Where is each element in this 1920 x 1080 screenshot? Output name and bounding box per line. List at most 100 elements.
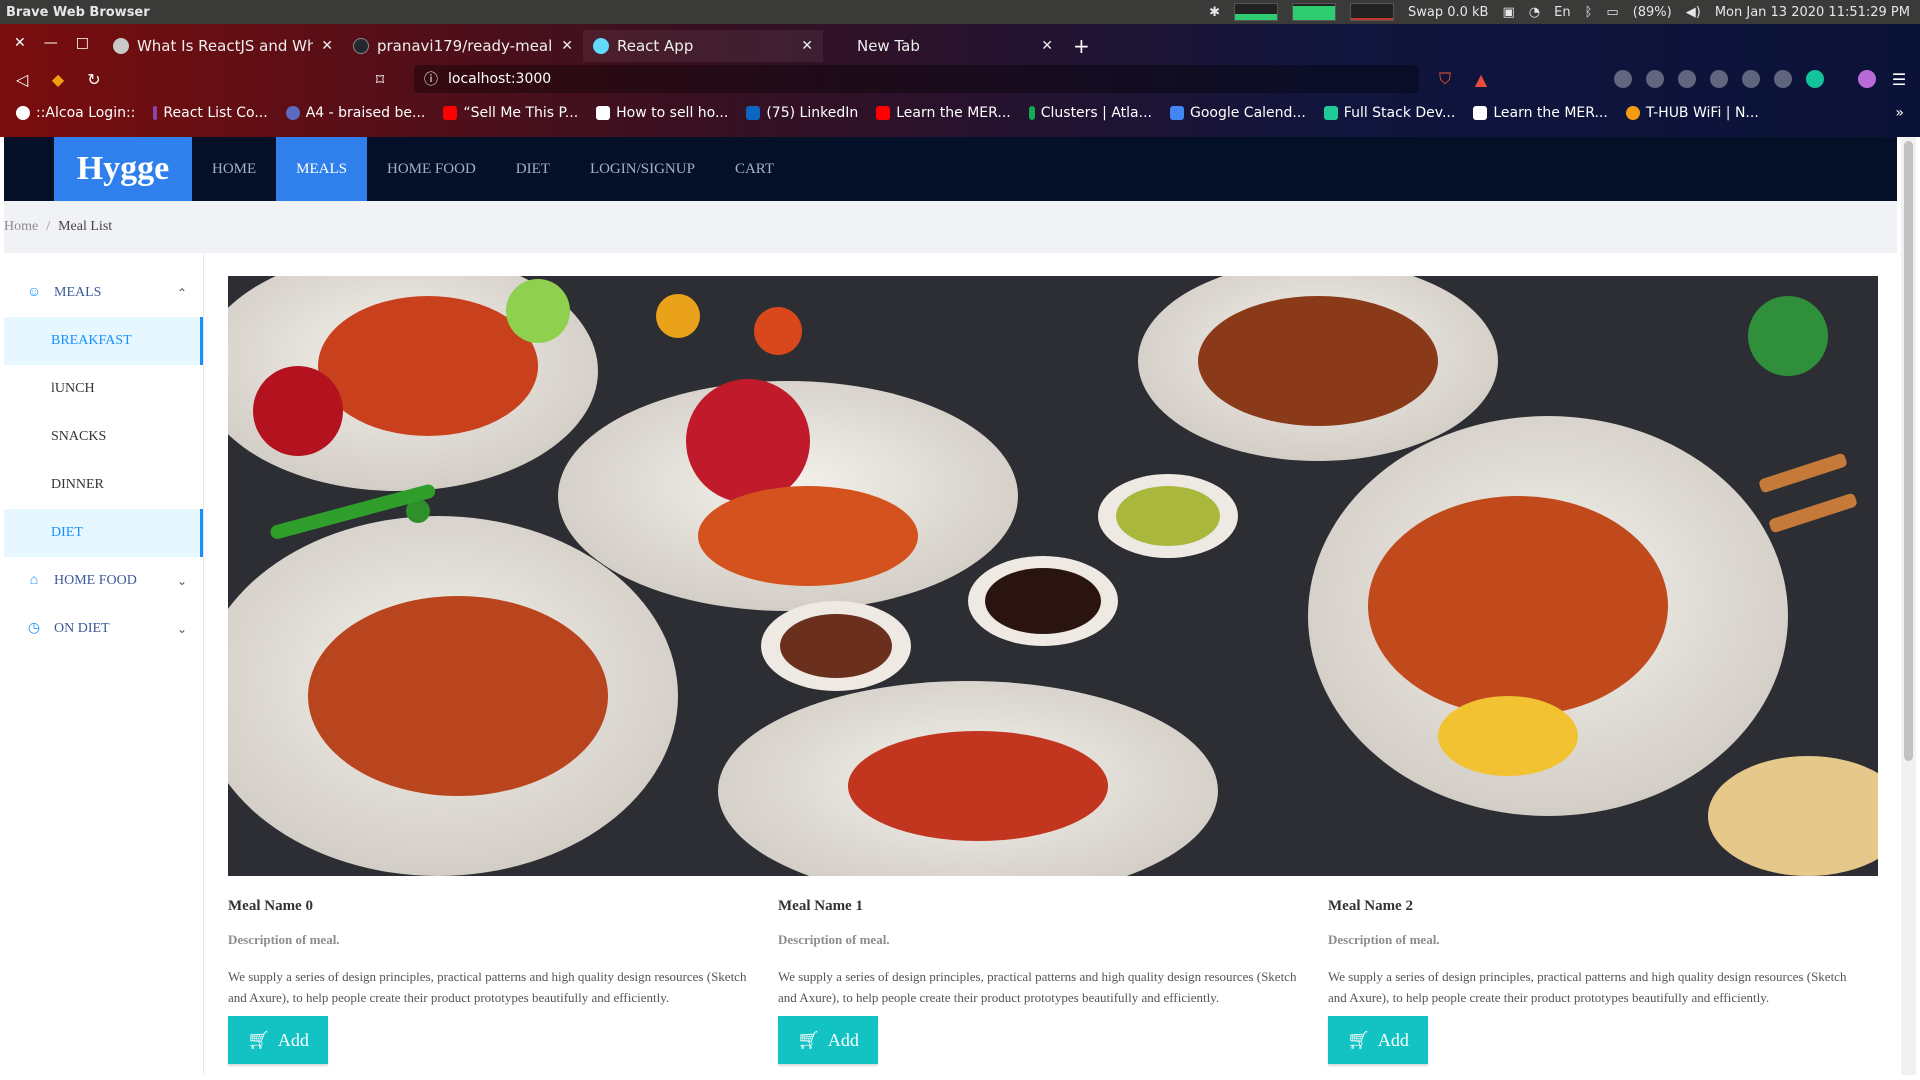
menu-icon[interactable]: ☰ <box>1890 70 1908 89</box>
clock[interactable]: Mon Jan 13 2020 11:51:29 PM <box>1715 5 1910 20</box>
site-logo[interactable]: Hygge <box>54 137 192 201</box>
sidebar-item-dinner[interactable]: DINNER <box>4 461 203 509</box>
main-menu: HOME MEALS HOME FOOD DIET LOGIN/SIGNUP C… <box>192 137 794 201</box>
navigation-bar: ◁ ◆ ↻ ⌑ ⓘ localhost:3000 ⛉ ▲ ☰ <box>0 62 1920 96</box>
bookmark-item[interactable]: Full Stack Dev... <box>1323 105 1455 121</box>
nav-login-signup[interactable]: LOGIN/SIGNUP <box>570 137 715 201</box>
meal-body-text: We supply a series of design principles,… <box>228 969 747 1005</box>
cpu-meter <box>1233 3 1278 21</box>
sidebar-item-snacks[interactable]: SNACKS <box>4 413 203 461</box>
tab-title: pranavi179/ready-meal <box>376 37 553 55</box>
close-tab-icon[interactable]: ✕ <box>801 38 813 54</box>
bookmark-item[interactable]: T-HUB WiFi | N... <box>1625 105 1759 121</box>
bookmark-icon[interactable]: ⌑ <box>370 70 390 89</box>
extension-icon[interactable] <box>1646 70 1664 88</box>
meal-card: Meal Name 1 Description of meal. We supp… <box>778 898 1328 1064</box>
network-meter <box>1349 3 1394 21</box>
bookmark-favicon <box>285 106 300 120</box>
bookmark-item[interactable]: Learn the MER... <box>1473 105 1608 121</box>
add-to-cart-button[interactable]: 🛒︎ Add <box>778 1016 878 1064</box>
close-window-icon[interactable]: ✕ <box>14 35 26 51</box>
extension-icon[interactable] <box>1742 70 1760 88</box>
breadcrumb-home[interactable]: Home <box>4 219 38 235</box>
bookmark-item[interactable]: (75) LinkedIn <box>746 105 858 121</box>
keyboard-layout[interactable]: En <box>1554 5 1570 20</box>
browser-chrome: ✕ — □ What Is ReactJS and Why S ✕ pranav… <box>0 24 1920 137</box>
battery-icon[interactable]: ▭ <box>1606 5 1618 20</box>
bookmark-item[interactable]: Learn the MER... <box>876 105 1011 121</box>
hero-food-image <box>228 276 1878 876</box>
brave-rewards-icon[interactable]: ◆ <box>48 70 68 89</box>
nav-diet[interactable]: DIET <box>496 137 570 201</box>
address-bar[interactable]: ⓘ localhost:3000 <box>414 65 1419 93</box>
shopping-cart-icon: 🛒︎ <box>1347 1029 1370 1050</box>
close-tab-icon[interactable]: ✕ <box>1041 38 1053 54</box>
meal-description: Description of meal. <box>228 932 340 947</box>
minimize-window-icon[interactable]: — <box>44 35 58 51</box>
sidebar-group-label: MEALS <box>54 285 102 300</box>
sidebar-item-breakfast[interactable]: BREAKFAST <box>4 317 203 365</box>
brave-shields-icon[interactable]: ⛉ <box>1435 69 1455 89</box>
meal-name: Meal Name 1 <box>778 898 863 914</box>
sidebar-group-on-diet[interactable]: ◷ ON DIET ⌄ <box>4 605 203 653</box>
tab-title: React App <box>616 37 694 55</box>
back-icon[interactable]: ◁ <box>12 70 32 89</box>
shopping-cart-icon: 🛒︎ <box>797 1029 820 1050</box>
volume-icon[interactable]: ◀) <box>1686 5 1701 20</box>
close-tab-icon[interactable]: ✕ <box>321 38 333 54</box>
nav-cart[interactable]: CART <box>715 137 794 201</box>
clipboard-icon[interactable]: ▣ <box>1502 5 1514 20</box>
breadcrumb-current: Meal List <box>58 219 113 234</box>
brave-rewards-triangle-icon[interactable]: ▲ <box>1471 70 1491 89</box>
close-tab-icon[interactable]: ✕ <box>561 38 573 54</box>
os-top-bar: Brave Web Browser ✱ Swap 0.0 kB ▣ ◔ En ᛒ… <box>0 0 1920 24</box>
info-icon[interactable]: ⓘ <box>424 69 438 89</box>
bookmark-item[interactable]: React List Co... <box>153 105 268 121</box>
bookmark-item[interactable]: Clusters | Atla... <box>1028 105 1152 121</box>
sidebar-item-diet[interactable]: DIET <box>4 509 203 557</box>
main-content: Meal Name 0 Description of meal. We supp… <box>228 276 1878 1064</box>
maximize-window-icon[interactable]: □ <box>76 35 89 51</box>
meal-description: Description of meal. <box>1328 932 1440 947</box>
github-icon <box>352 38 369 54</box>
breadcrumb: Home / Meal List <box>4 201 1897 253</box>
nav-home-food[interactable]: HOME FOOD <box>367 137 496 201</box>
more-bookmarks-icon[interactable]: » <box>1895 105 1904 121</box>
extension-icon[interactable] <box>1614 70 1632 88</box>
browser-tab-2[interactable]: React App ✕ <box>582 30 823 62</box>
nav-home[interactable]: HOME <box>192 137 276 201</box>
nav-meals[interactable]: MEALS <box>276 137 368 201</box>
bookmark-item[interactable]: A4 - braised be... <box>285 105 425 121</box>
bookmark-item[interactable]: How to sell ho... <box>596 105 728 121</box>
grammarly-icon[interactable] <box>1806 70 1824 88</box>
slack-icon[interactable]: ✱ <box>1209 5 1220 20</box>
sidebar-group-meals[interactable]: ☺ MEALS ⌃ <box>4 269 203 317</box>
extension-icon[interactable] <box>1774 70 1792 88</box>
bookmark-item[interactable]: “Sell Me This P... <box>443 105 578 121</box>
page-scrollbar[interactable] <box>1901 137 1916 1075</box>
sidebar-item-lunch[interactable]: lUNCH <box>4 365 203 413</box>
meal-body-text: We supply a series of design principles,… <box>778 969 1297 1005</box>
new-tab-button[interactable]: + <box>1063 30 1100 62</box>
battery-percent: (89%) <box>1632 4 1672 20</box>
bluetooth-icon[interactable]: ᛒ <box>1585 5 1593 20</box>
add-to-cart-button[interactable]: 🛒︎ Add <box>1328 1016 1428 1064</box>
browser-tab-3[interactable]: New Tab ✕ <box>823 30 1063 62</box>
browser-tab-0[interactable]: What Is ReactJS and Why S ✕ <box>103 30 343 62</box>
extension-icon[interactable] <box>1710 70 1728 88</box>
scrollbar-thumb[interactable] <box>1904 141 1913 761</box>
browser-tab-1[interactable]: pranavi179/ready-meal ✕ <box>343 30 583 62</box>
bookmark-favicon <box>1625 106 1640 120</box>
bookmark-item[interactable]: ::Alcoa Login:: <box>16 105 135 121</box>
wifi-icon[interactable]: ◔ <box>1529 5 1540 20</box>
translate-extension-icon[interactable] <box>1678 70 1696 88</box>
add-to-cart-button[interactable]: 🛒︎ Add <box>228 1016 328 1064</box>
sidebar-group-home-food[interactable]: ⌂ HOME FOOD ⌄ <box>4 557 203 605</box>
add-button-label: Add <box>1377 1029 1409 1050</box>
profile-avatar-icon[interactable] <box>1858 70 1876 88</box>
tab-title: What Is ReactJS and Why S <box>136 37 314 55</box>
tab-favicon <box>112 38 129 54</box>
react-icon <box>592 38 609 54</box>
bookmark-item[interactable]: Google Calend... <box>1169 105 1306 121</box>
reload-icon[interactable]: ↻ <box>84 70 104 89</box>
